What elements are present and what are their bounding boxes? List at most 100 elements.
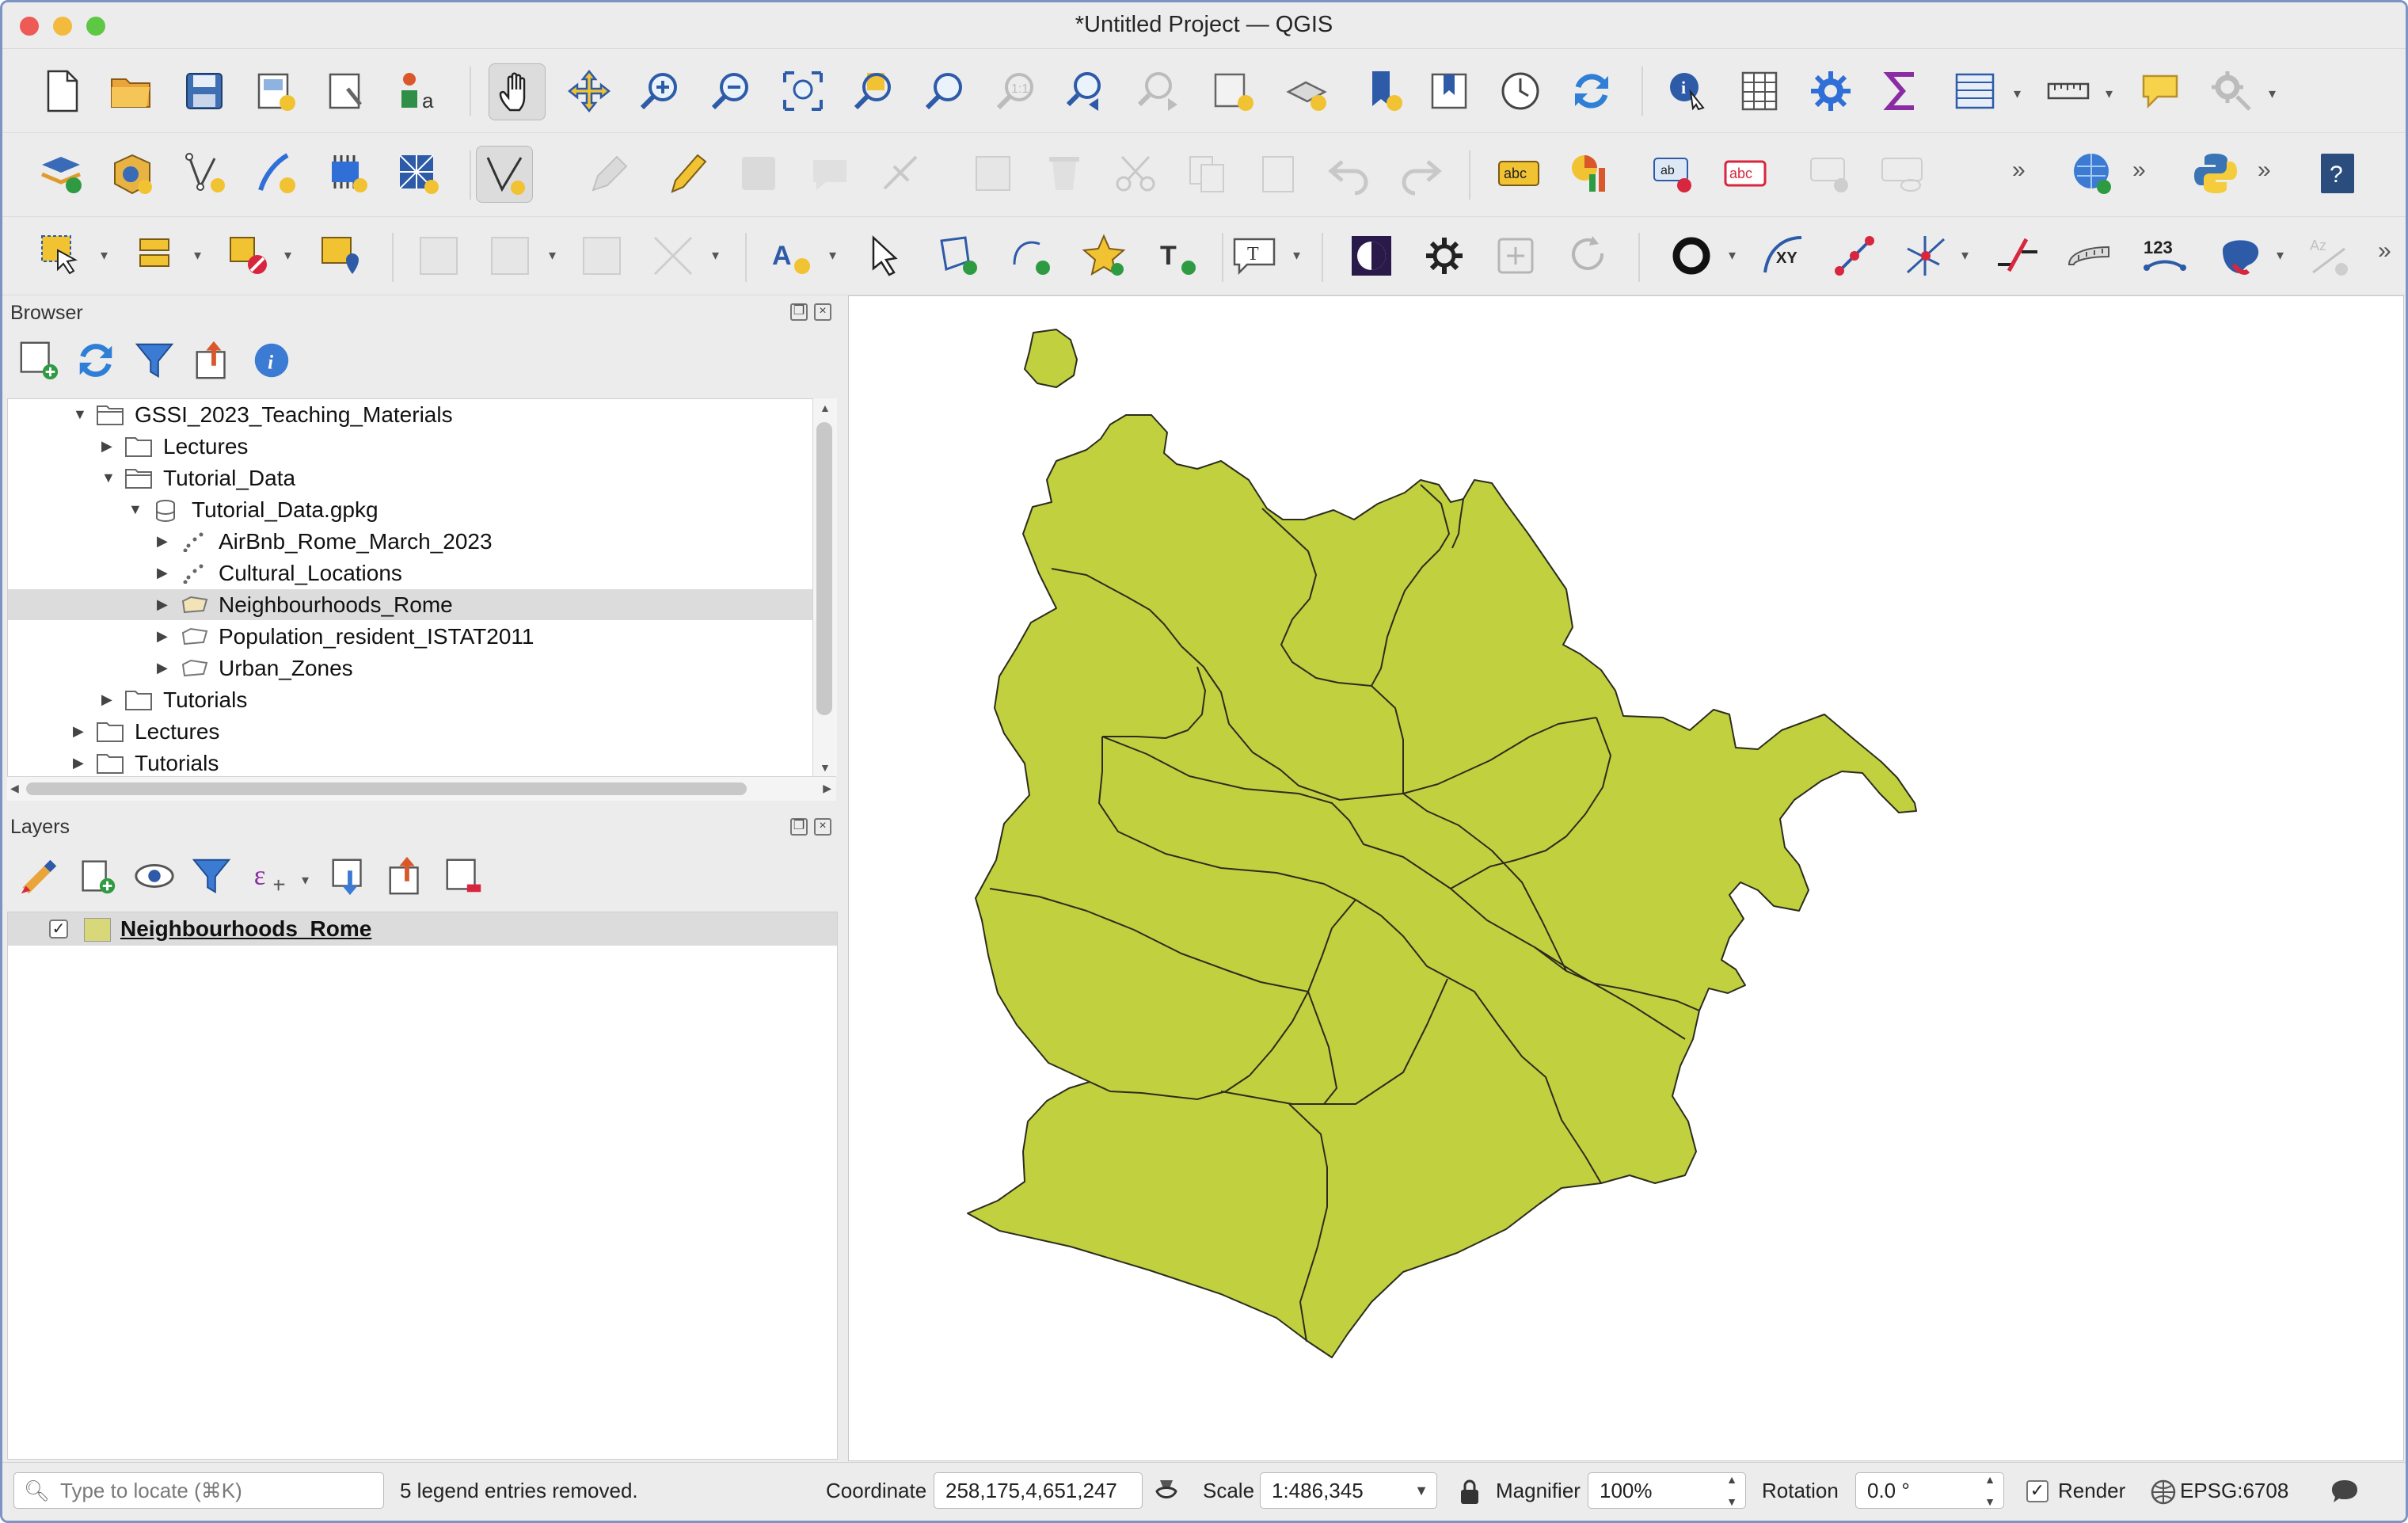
zoom-next-icon[interactable] xyxy=(1132,63,1187,119)
tree-item-population[interactable]: ▶ Population_resident_ISTAT2011 xyxy=(8,621,814,652)
close-panel-icon[interactable]: × xyxy=(814,818,831,836)
refresh-browser-icon[interactable] xyxy=(74,338,118,383)
locator-search-input[interactable]: 🔍︎ Type to locate (⌘K) xyxy=(13,1472,384,1509)
new-shapefile-layer-icon[interactable] xyxy=(177,146,232,201)
new-map-view-icon[interactable] xyxy=(1206,63,1261,119)
select-by-value-icon[interactable] xyxy=(129,228,184,284)
select-annotation-icon[interactable] xyxy=(858,228,913,284)
shape-digitizing-icon[interactable] xyxy=(482,228,538,284)
measure-line-icon[interactable] xyxy=(2041,63,2096,119)
cut-line-icon[interactable] xyxy=(1990,228,2045,284)
delete-selected-icon[interactable] xyxy=(1037,146,1092,201)
redo-icon[interactable] xyxy=(1393,146,1448,201)
expand-all-icon[interactable] xyxy=(327,854,371,898)
tree-item-tutorials-root[interactable]: ▶ Tutorials xyxy=(8,748,814,778)
zoom-out-icon[interactable] xyxy=(704,63,759,119)
new-mesh-layer-icon[interactable] xyxy=(390,146,446,201)
current-edits-icon[interactable] xyxy=(580,146,636,201)
map-canvas[interactable] xyxy=(848,295,2404,1461)
tree-item-neighbourhoods[interactable]: ▶ Neighbourhoods_Rome xyxy=(8,589,814,620)
blob-shape-icon[interactable] xyxy=(2210,228,2265,284)
tree-item-airbnb[interactable]: ▶ AirBnb_Rome_March_2023 xyxy=(8,526,814,557)
collapse-all-icon[interactable] xyxy=(191,338,235,383)
create-text-annotation-icon[interactable]: T xyxy=(1149,228,1204,284)
toggle-extents-mouse-icon[interactable] xyxy=(1152,1477,1181,1506)
layer-visibility-checkbox[interactable]: ✓ xyxy=(49,920,68,939)
text-annotation-icon[interactable]: T xyxy=(1227,228,1282,284)
snapping-icon[interactable] xyxy=(574,228,630,284)
select-by-location-icon[interactable] xyxy=(313,228,368,284)
georeferencer-icon[interactable] xyxy=(1344,228,1399,284)
layer-symbol-swatch[interactable] xyxy=(84,918,111,942)
tree-item-lectures[interactable]: ▶ Lectures xyxy=(8,431,814,462)
manage-map-themes-icon[interactable] xyxy=(132,854,177,898)
statistical-summary-icon[interactable] xyxy=(1874,63,1930,119)
filter-by-expression-icon[interactable]: ε xyxy=(248,854,292,898)
run-feature-action-icon[interactable] xyxy=(2204,63,2259,119)
cut-features-icon[interactable] xyxy=(1108,146,1163,201)
properties-info-icon[interactable]: i xyxy=(249,338,294,383)
crs-label[interactable]: EPSG:6708 xyxy=(2180,1479,2288,1503)
scale-combo[interactable]: 1:486,345 ▼ xyxy=(1260,1472,1437,1509)
remove-layer-icon[interactable] xyxy=(441,854,485,898)
split-line-icon[interactable] xyxy=(1898,228,1953,284)
pan-to-selection-button[interactable] xyxy=(561,63,617,119)
zoom-full-icon[interactable] xyxy=(775,63,831,119)
tree-item-tutorials[interactable]: ▶ Tutorials xyxy=(8,684,814,715)
attribute-table-icon[interactable] xyxy=(1947,63,2003,119)
help-icon[interactable]: ? xyxy=(2310,146,2365,201)
create-line-annotation-icon[interactable] xyxy=(1003,228,1059,284)
zoom-in-icon[interactable] xyxy=(633,63,688,119)
tree-item-cultural[interactable]: ▶ Cultural_Locations xyxy=(8,558,814,588)
layer-row-neighbourhoods[interactable]: ✓ Neighbourhoods_Rome xyxy=(8,912,837,946)
pan-map-button[interactable] xyxy=(489,63,546,120)
select-features-icon[interactable] xyxy=(34,228,89,284)
text-annotation-placement-icon[interactable]: A xyxy=(764,228,820,284)
scroll-thumb[interactable] xyxy=(26,782,747,795)
zoom-last-icon[interactable] xyxy=(1060,63,1116,119)
layout-manager-button[interactable] xyxy=(319,63,375,119)
lock-scale-icon[interactable] xyxy=(1458,1479,1482,1506)
new-geopackage-layer-icon[interactable] xyxy=(104,146,159,201)
crs-globe-icon[interactable] xyxy=(2150,1479,2177,1506)
add-feature-icon[interactable] xyxy=(1488,228,1543,284)
messages-icon[interactable] xyxy=(2329,1477,2360,1507)
layer-styling-icon[interactable] xyxy=(17,854,61,898)
pin-labels-icon[interactable] xyxy=(1803,146,1858,201)
coordinate-input[interactable]: 258,175,4,651,247 xyxy=(934,1472,1143,1509)
zoom-to-layer-icon[interactable] xyxy=(918,63,973,119)
tracing-icon[interactable] xyxy=(645,228,701,284)
sort-az-icon[interactable]: Az xyxy=(2302,228,2357,284)
vertex-tool-icon[interactable] xyxy=(873,146,929,201)
save-layer-edits-icon[interactable] xyxy=(731,146,786,201)
new-temporary-scratch-layer-icon[interactable] xyxy=(248,146,303,201)
new-virtual-layer-icon[interactable] xyxy=(319,146,375,201)
create-marker-annotation-icon[interactable] xyxy=(1076,228,1132,284)
add-selected-layers-icon[interactable] xyxy=(17,338,61,383)
render-checkbox[interactable]: ✓ xyxy=(2026,1480,2049,1502)
show-hide-labels-icon[interactable] xyxy=(1874,146,1930,201)
new-3d-map-view-icon[interactable] xyxy=(1279,63,1334,119)
processing-toolbox-icon[interactable] xyxy=(1803,63,1858,119)
toggle-editing-icon[interactable] xyxy=(658,146,713,201)
data-source-manager-icon[interactable] xyxy=(34,146,89,201)
create-polygon-annotation-icon[interactable] xyxy=(930,228,986,284)
metasearch-icon[interactable] xyxy=(2064,146,2120,201)
settings-gear-icon[interactable] xyxy=(1417,228,1472,284)
add-record-icon[interactable] xyxy=(802,146,858,201)
advanced-digitizing-icon[interactable] xyxy=(411,228,466,284)
collapse-all-layers-icon[interactable] xyxy=(384,854,428,898)
new-project-button[interactable] xyxy=(34,63,89,119)
modify-attributes-icon[interactable] xyxy=(965,146,1021,201)
paste-features-icon[interactable] xyxy=(1250,146,1306,201)
undo-icon[interactable] xyxy=(1322,146,1377,201)
buffer-ring-icon[interactable] xyxy=(1664,228,1719,284)
tree-item-lectures-root[interactable]: ▶ Lectures xyxy=(8,716,814,747)
scroll-thumb[interactable] xyxy=(816,422,832,715)
tree-item-gssi[interactable]: ▼ GSSI_2023_Teaching_Materials xyxy=(8,399,814,430)
tree-item-urban-zones[interactable]: ▶ Urban_Zones xyxy=(8,653,814,683)
layer-labeling-options-icon[interactable]: ab xyxy=(1646,146,1702,201)
save-project-button[interactable] xyxy=(177,63,232,119)
close-panel-icon[interactable]: × xyxy=(814,303,831,321)
tree-item-tutorial-data[interactable]: ▼ Tutorial_Data xyxy=(8,463,814,493)
